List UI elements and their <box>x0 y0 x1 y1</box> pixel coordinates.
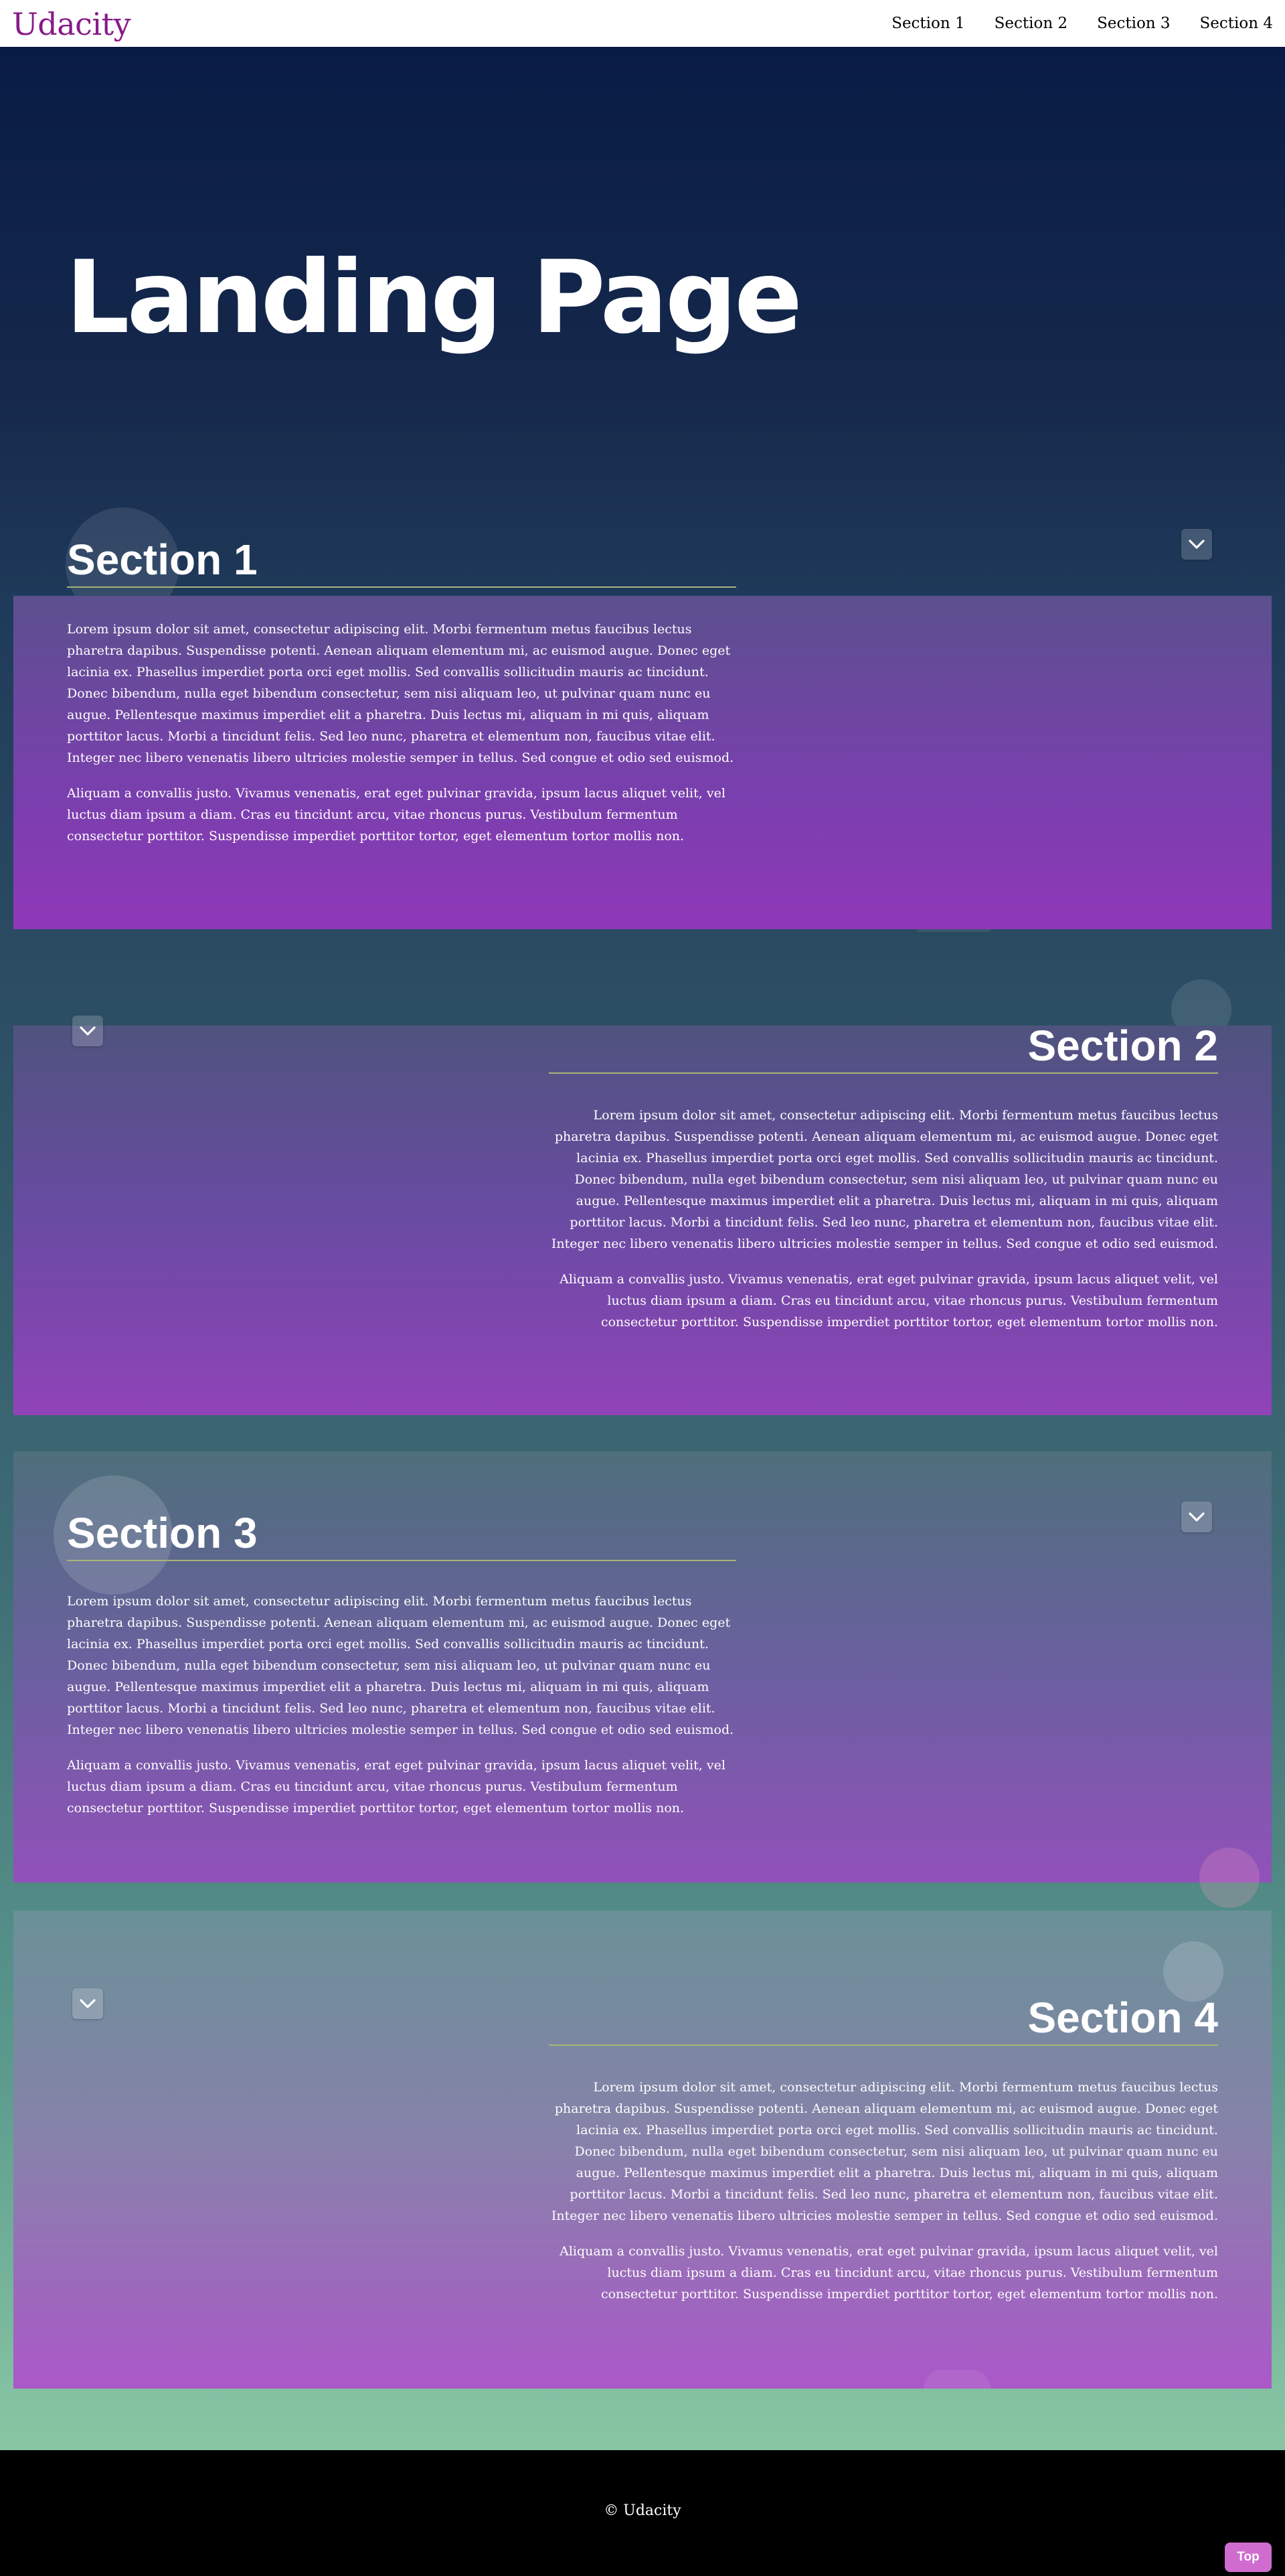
nav-link-section-2[interactable]: Section 2 <box>995 15 1067 32</box>
nav-menu: Section 1 Section 2 Section 3 Section 4 <box>862 0 1273 47</box>
section-2-paragraph: Lorem ipsum dolor sit amet, consectetur … <box>551 1108 1218 1251</box>
section-2-collapse-button[interactable] <box>72 1016 103 1046</box>
section-1-content: Lorem ipsum dolor sit amet, consectetur … <box>67 619 736 861</box>
section-1-collapse-button[interactable] <box>1181 529 1212 560</box>
section-2-content: Lorem ipsum dolor sit amet, consectetur … <box>549 1105 1218 1347</box>
nav-link-section-1[interactable]: Section 1 <box>891 15 964 32</box>
section-2-paragraph: Aliquam a convallis justo. Vivamus venen… <box>560 1272 1218 1330</box>
section-3-paragraph: Lorem ipsum dolor sit amet, consectetur … <box>67 1594 734 1737</box>
decorative-circle <box>1199 1848 1260 1908</box>
chevron-down-icon <box>1189 1512 1205 1522</box>
section-4-paragraph: Aliquam a convallis justo. Vivamus venen… <box>560 2244 1218 2302</box>
decorative-circle <box>924 2370 991 2389</box>
chevron-down-icon <box>80 1026 96 1036</box>
scroll-to-top-button[interactable]: Top <box>1225 2543 1272 2572</box>
chevron-down-icon <box>80 1999 96 2008</box>
section-4-collapse-button[interactable] <box>72 1988 103 2019</box>
nav-link-section-3[interactable]: Section 3 <box>1097 15 1170 32</box>
section-1-paragraph: Aliquam a convallis justo. Vivamus venen… <box>67 786 725 843</box>
page-title: Landing Page <box>66 240 802 356</box>
section-3-paragraph: Aliquam a convallis justo. Vivamus venen… <box>67 1758 725 1816</box>
section-3-title: Section 3 <box>67 1508 736 1561</box>
section-4-title: Section 4 <box>549 1992 1218 2046</box>
logo[interactable]: Udacity <box>12 5 131 43</box>
nav-link-section-4[interactable]: Section 4 <box>1200 15 1273 32</box>
section-3-collapse-button[interactable] <box>1181 1502 1212 1532</box>
section-3-content: Lorem ipsum dolor sit amet, consectetur … <box>67 1591 736 1833</box>
section-4-content: Lorem ipsum dolor sit amet, consectetur … <box>549 2077 1218 2319</box>
section-4-paragraph: Lorem ipsum dolor sit amet, consectetur … <box>551 2080 1218 2223</box>
section-2-title: Section 2 <box>549 1020 1218 1074</box>
section-1-title: Section 1 <box>67 534 736 588</box>
section-1-paragraph: Lorem ipsum dolor sit amet, consectetur … <box>67 622 734 765</box>
footer: © Udacity <box>0 2450 1285 2576</box>
navbar: Udacity Section 1 Section 2 Section 3 Se… <box>0 0 1285 47</box>
chevron-down-icon <box>1189 540 1205 549</box>
copyright-text: © Udacity <box>604 2502 681 2519</box>
